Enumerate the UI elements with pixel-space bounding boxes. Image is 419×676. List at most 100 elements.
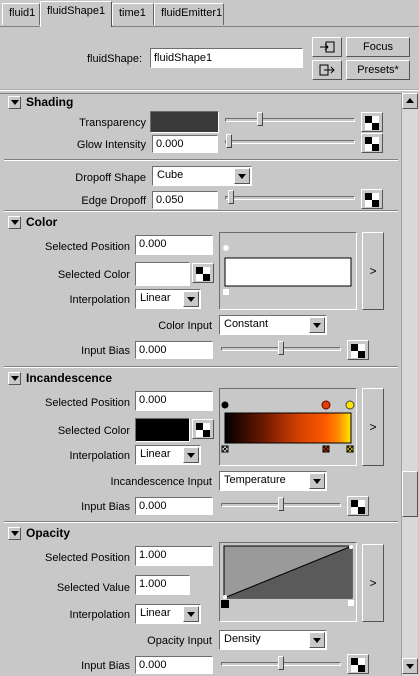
incandescence-map-button[interactable] bbox=[192, 419, 214, 439]
opacity-selected-position-label: Selected Position bbox=[45, 552, 130, 564]
incandescence-input-bias-label: Input Bias bbox=[81, 501, 130, 513]
opacity-input-bias-label: Input Bias bbox=[81, 660, 130, 672]
input-connection-icon bbox=[320, 41, 335, 53]
edge-dropoff-slider[interactable] bbox=[225, 196, 355, 200]
input-connection-button[interactable] bbox=[312, 37, 342, 57]
output-connection-button[interactable] bbox=[312, 60, 342, 80]
collapse-triangle-icon[interactable] bbox=[8, 372, 21, 385]
incandescence-selected-color-swatch[interactable] bbox=[135, 418, 190, 442]
color-input-value: Constant bbox=[224, 318, 269, 330]
edge-dropoff-field[interactable]: 0.050 bbox=[152, 191, 218, 209]
color-interpolation-dropdown[interactable]: Linear bbox=[135, 289, 201, 309]
incandescence-input-bias-field[interactable]: 0.000 bbox=[135, 497, 213, 515]
color-input-bias-label: Input Bias bbox=[81, 345, 130, 357]
glow-intensity-map-button[interactable] bbox=[361, 133, 383, 153]
divider bbox=[4, 159, 398, 161]
color-input-label: Color Input bbox=[158, 320, 212, 332]
color-map-button[interactable] bbox=[192, 263, 214, 283]
transparency-map-button[interactable] bbox=[361, 112, 383, 132]
divider bbox=[4, 210, 398, 212]
checker-icon bbox=[365, 116, 379, 130]
section-title: Opacity bbox=[26, 526, 71, 540]
color-selected-color-swatch[interactable] bbox=[135, 262, 190, 286]
color-input-dropdown[interactable]: Constant bbox=[219, 315, 327, 335]
collapse-triangle-icon[interactable] bbox=[8, 96, 21, 109]
color-interpolation-label: Interpolation bbox=[69, 294, 130, 306]
edge-dropoff-slider-thumb[interactable] bbox=[228, 190, 234, 204]
checker-icon bbox=[351, 344, 365, 358]
dropdown-arrow-icon[interactable] bbox=[309, 317, 325, 333]
checker-icon bbox=[351, 658, 365, 672]
transparency-slider[interactable] bbox=[225, 118, 355, 122]
collapse-triangle-icon[interactable] bbox=[8, 216, 21, 229]
color-section-header[interactable]: Color bbox=[4, 213, 398, 231]
color-input-bias-field[interactable]: 0.000 bbox=[135, 341, 213, 359]
scroll-down-button[interactable] bbox=[402, 658, 418, 674]
dropdown-arrow-icon[interactable] bbox=[309, 632, 325, 648]
opacity-selected-value-field[interactable]: 1.000 bbox=[135, 575, 190, 595]
color-input-bias-slider-thumb[interactable] bbox=[278, 341, 284, 355]
glow-intensity-field[interactable]: 0.000 bbox=[152, 135, 218, 153]
opacity-selected-value-label: Selected Value bbox=[56, 582, 130, 594]
dropdown-arrow-icon[interactable] bbox=[234, 168, 250, 184]
dropdown-arrow-icon[interactable] bbox=[183, 291, 199, 307]
tab-fluidemitter1[interactable]: fluidEmitter1 bbox=[154, 3, 224, 25]
color-interpolation-value: Linear bbox=[140, 292, 171, 304]
dropoff-shape-dropdown[interactable]: Cube bbox=[152, 166, 252, 186]
incandescence-interpolation-label: Interpolation bbox=[69, 450, 130, 462]
opacity-ramp[interactable] bbox=[219, 542, 357, 622]
dropdown-arrow-icon[interactable] bbox=[183, 606, 199, 622]
glow-intensity-slider[interactable] bbox=[225, 140, 355, 144]
tab-fluidshape1[interactable]: fluidShape1 bbox=[40, 1, 112, 27]
color-selected-color-label: Selected Color bbox=[57, 269, 130, 281]
incandescence-selected-position-field[interactable]: 0.000 bbox=[135, 391, 213, 411]
tab-time1[interactable]: time1 bbox=[112, 3, 154, 25]
focus-button[interactable]: Focus bbox=[346, 37, 410, 57]
color-ramp[interactable] bbox=[219, 232, 357, 310]
tab-fluid1[interactable]: fluid1 bbox=[2, 3, 40, 25]
opacity-input-bias-slider-thumb[interactable] bbox=[278, 656, 284, 670]
opacity-input-dropdown[interactable]: Density bbox=[219, 630, 327, 650]
divider bbox=[4, 521, 398, 523]
presets-button[interactable]: Presets* bbox=[346, 60, 410, 80]
tab-bar: fluid1 fluidShape1 time1 fluidEmitter1 bbox=[0, 0, 419, 27]
opacity-ramp-graphic bbox=[221, 545, 354, 608]
section-title: Shading bbox=[26, 95, 74, 109]
opacity-selected-position-field[interactable]: 1.000 bbox=[135, 546, 213, 566]
incandescence-ramp-expand-button[interactable]: > bbox=[362, 388, 384, 466]
dropdown-arrow-icon[interactable] bbox=[183, 447, 199, 463]
collapse-triangle-icon[interactable] bbox=[8, 527, 21, 540]
output-connection-icon bbox=[319, 64, 335, 76]
color-selected-position-label: Selected Position bbox=[45, 241, 130, 253]
transparency-swatch[interactable] bbox=[150, 111, 219, 133]
incandescence-input-dropdown[interactable]: Temperature bbox=[219, 471, 327, 491]
dropdown-arrow-icon[interactable] bbox=[309, 473, 325, 489]
color-ramp-expand-button[interactable]: > bbox=[362, 232, 384, 310]
incandescence-input-bias-map-button[interactable] bbox=[347, 496, 369, 516]
edge-dropoff-map-button[interactable] bbox=[361, 189, 383, 209]
color-input-bias-map-button[interactable] bbox=[347, 340, 369, 360]
shading-section-header[interactable]: Shading bbox=[4, 93, 398, 111]
opacity-section-header[interactable]: Opacity bbox=[4, 524, 398, 542]
vertical-scrollbar[interactable] bbox=[401, 93, 418, 676]
checker-icon bbox=[196, 267, 210, 281]
opacity-interpolation-dropdown[interactable]: Linear bbox=[135, 604, 201, 624]
checker-icon bbox=[365, 193, 379, 207]
dropoff-shape-value: Cube bbox=[157, 169, 184, 181]
transparency-slider-thumb[interactable] bbox=[257, 112, 263, 126]
shape-name-field[interactable]: fluidShape1 bbox=[150, 48, 303, 68]
opacity-input-bias-field[interactable]: 0.000 bbox=[135, 656, 213, 674]
scroll-up-button[interactable] bbox=[402, 93, 418, 109]
section-title: Incandescence bbox=[26, 371, 113, 385]
incandescence-section-header[interactable]: Incandescence bbox=[4, 369, 398, 387]
color-selected-position-field[interactable]: 0.000 bbox=[135, 235, 213, 255]
opacity-ramp-expand-button[interactable]: > bbox=[362, 544, 384, 622]
incandescence-input-bias-slider-thumb[interactable] bbox=[278, 497, 284, 511]
glow-intensity-slider-thumb[interactable] bbox=[226, 134, 232, 148]
glow-intensity-label: Glow Intensity bbox=[76, 139, 146, 151]
incandescence-ramp[interactable] bbox=[219, 388, 357, 466]
node-header: fluidShape: fluidShape1 Focus Presets* bbox=[0, 27, 419, 91]
opacity-input-bias-map-button[interactable] bbox=[347, 654, 369, 674]
scroll-thumb[interactable] bbox=[402, 471, 418, 517]
incandescence-interpolation-dropdown[interactable]: Linear bbox=[135, 445, 201, 465]
